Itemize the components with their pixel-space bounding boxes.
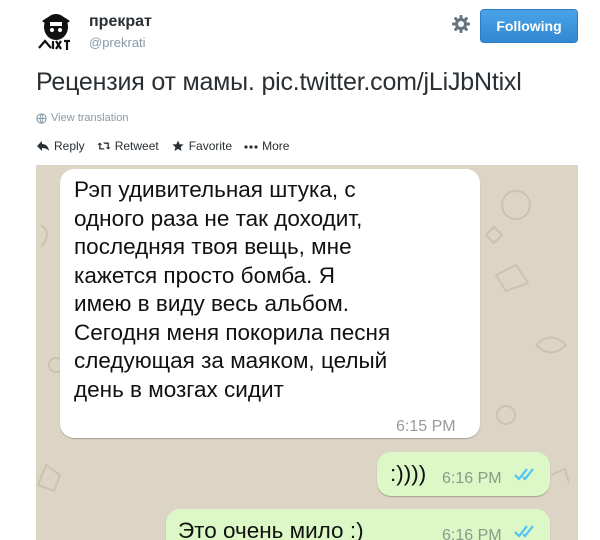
message-line: Сегодня меня покорила песня — [74, 319, 391, 345]
retweet-label: Retweet — [114, 139, 159, 153]
gear-icon[interactable] — [450, 13, 472, 35]
tweet-media-link[interactable]: pic.twitter.com/jLiJbNtixl — [261, 68, 521, 96]
more-label: More — [262, 139, 290, 153]
following-button[interactable]: Following — [480, 9, 578, 43]
retweet-icon — [97, 142, 111, 150]
message-line: последняя твоя вещь, мне — [74, 234, 352, 259]
double-check-icon — [514, 525, 534, 538]
tweet-header: прекрат @prekrati Following — [0, 0, 600, 60]
avatar[interactable] — [36, 8, 76, 54]
view-translation[interactable]: View translation — [36, 112, 128, 124]
incoming-message: Рэп удивительная штука, с одного раза не… — [60, 169, 480, 438]
tweet-actions: Reply Retweet Favorite More — [36, 139, 289, 153]
message-line: следующая за маяком, целый — [74, 348, 388, 373]
favorite-action[interactable]: Favorite — [171, 139, 232, 153]
globe-icon — [36, 112, 47, 124]
outgoing-message-text: Это очень мило :) — [178, 518, 364, 540]
favorite-label: Favorite — [188, 139, 233, 153]
message-line: имею в виду весь альбом. — [74, 291, 349, 316]
outgoing-timestamp: 6:16 PM — [442, 527, 502, 540]
message-line: Рэп удивительная штука, с — [74, 177, 356, 202]
tweet-image[interactable]: Рэп удивительная штука, с одного раза не… — [36, 165, 578, 540]
reply-icon — [37, 141, 49, 151]
double-check-icon — [514, 468, 534, 481]
outgoing-timestamp: 6:16 PM — [442, 470, 502, 487]
reply-label: Reply — [54, 139, 85, 153]
outgoing-message-text: :)))) — [390, 461, 427, 486]
more-icon — [244, 145, 258, 149]
more-action[interactable]: More — [244, 139, 289, 153]
retweet-action[interactable]: Retweet — [97, 139, 159, 153]
message-line: день в мозгах сидит — [74, 376, 284, 402]
incoming-timestamp: 6:15 PM — [396, 418, 456, 435]
user-handle[interactable]: @prekrati — [89, 35, 146, 50]
user-name[interactable]: прекрат — [89, 13, 152, 31]
incoming-message-text: Рэп удивительная штука, с одного раза не… — [74, 176, 469, 404]
reply-action[interactable]: Reply — [36, 139, 85, 153]
message-line: кажется просто бомба. Я — [74, 262, 335, 288]
message-line: одного раза не так доходит, — [74, 205, 363, 231]
tweet-text: Рецензия от мамы. pic.twitter.com/jLiJbN… — [36, 68, 522, 97]
outgoing-message: Это очень мило :) 6:16 PM — [166, 509, 550, 540]
star-icon — [172, 140, 184, 151]
tweet-body: Рецензия от мамы. — [36, 68, 255, 96]
outgoing-message: :)))) 6:16 PM — [377, 452, 550, 496]
view-translation-label: View translation — [51, 112, 129, 124]
